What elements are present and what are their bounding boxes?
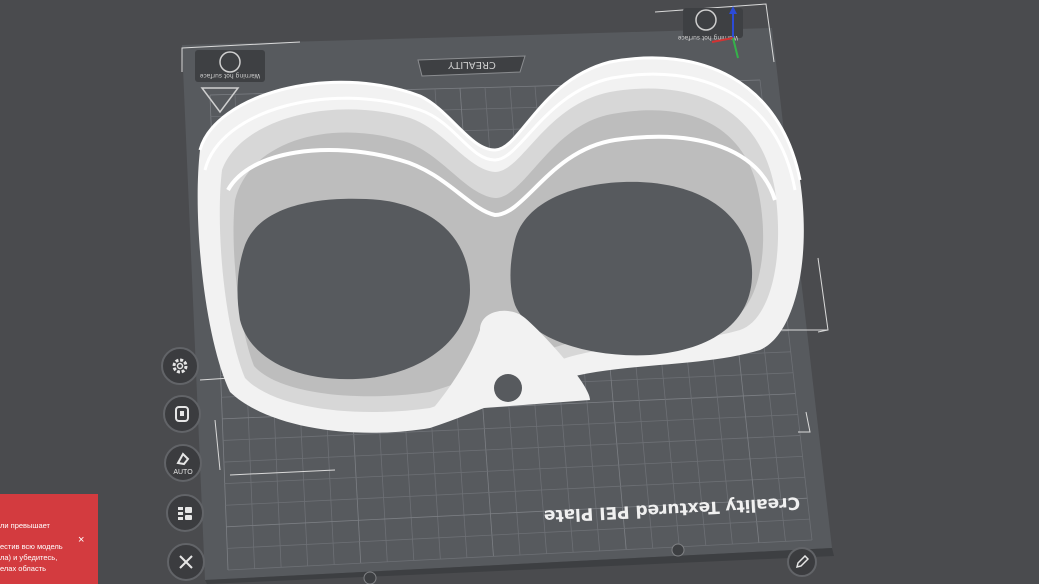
- auto-orient-icon: [176, 452, 190, 466]
- support-paint-button[interactable]: [163, 395, 201, 433]
- notice-close-icon[interactable]: ×: [78, 535, 84, 546]
- support-paint-icon: [175, 406, 189, 422]
- auto-orient-button[interactable]: AUTO: [164, 444, 202, 482]
- close-icon: [179, 555, 193, 569]
- notice-line-2: естив всю модель: [0, 542, 63, 551]
- right-lens-opening: [510, 181, 753, 356]
- edit-plate-button[interactable]: [787, 547, 817, 577]
- gear-icon: [172, 358, 188, 374]
- viewport-3d[interactable]: CREALITY Warning hot surface Warning hot…: [0, 0, 1039, 584]
- layout-list-button[interactable]: [166, 494, 204, 532]
- notice-line-1: ли превышает: [0, 521, 50, 530]
- warning-text-right: Warning hot surface: [677, 34, 738, 41]
- left-lens-opening: [237, 198, 470, 380]
- brand-text: CREALITY: [447, 59, 496, 70]
- pencil-icon: [795, 555, 809, 569]
- layout-list-icon: [178, 507, 192, 520]
- warning-text-left: Warning hot surface: [199, 72, 260, 79]
- auto-label: AUTO: [173, 469, 193, 476]
- notice-line-3: ла) и убедитесь,: [0, 553, 58, 562]
- warning-notification: ли превышает естив всю модель ла) и убед…: [0, 494, 98, 584]
- notice-line-4: елах область: [0, 564, 47, 573]
- bridge-hole: [494, 374, 522, 402]
- close-button[interactable]: [167, 543, 205, 581]
- settings-button[interactable]: [161, 347, 199, 385]
